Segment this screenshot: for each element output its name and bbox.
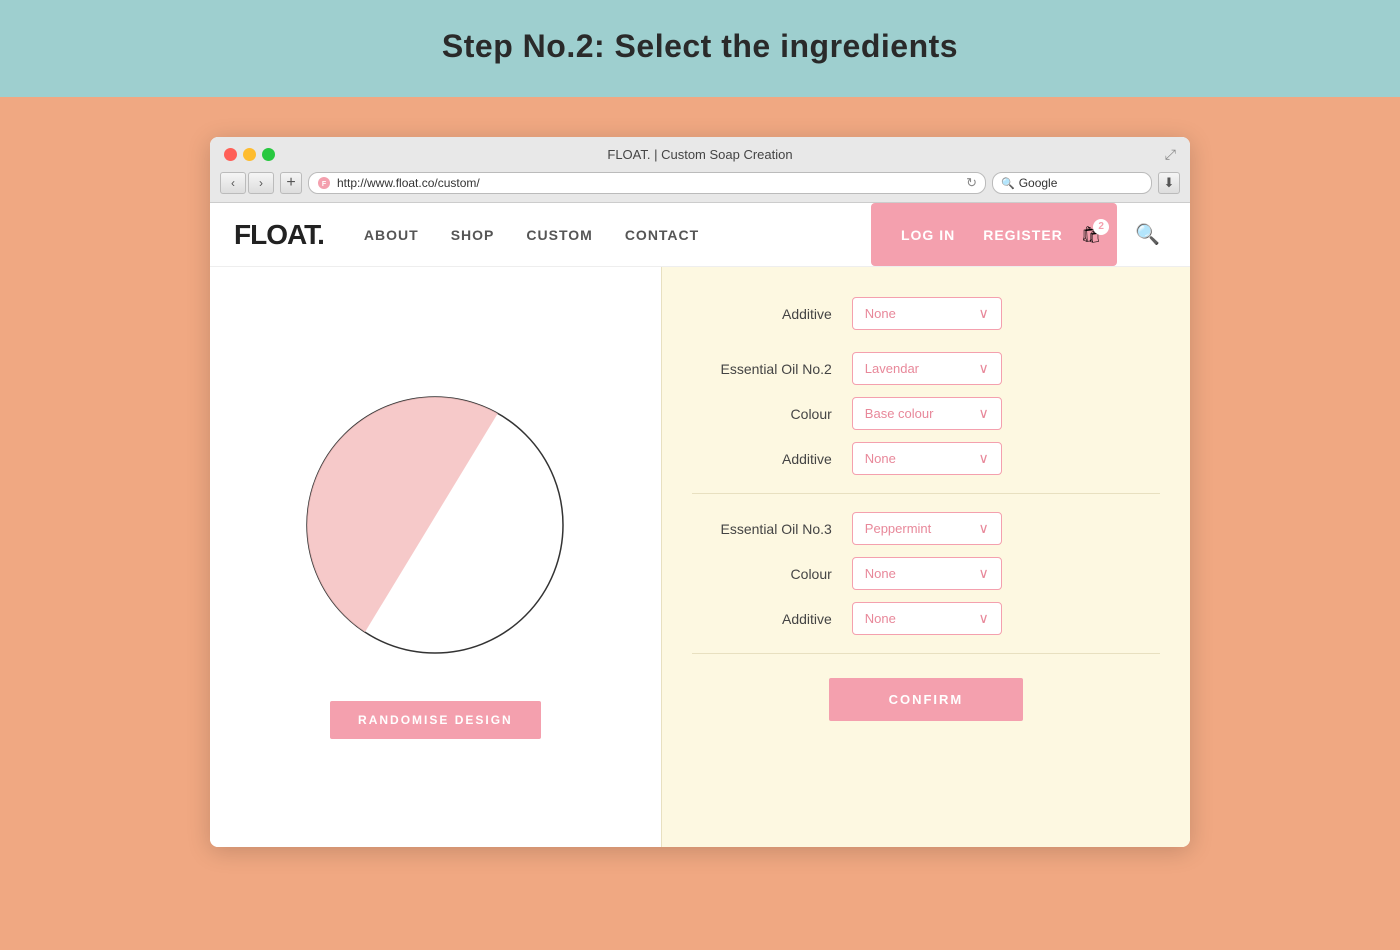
colour2-value: Base colour <box>865 406 934 421</box>
top-partial-group: Additive None ∨ <box>692 287 1160 330</box>
oil2-value: Lavendar <box>865 361 919 376</box>
oil3-select[interactable]: Peppermint ∨ <box>852 512 1002 545</box>
browser-chrome: FLOAT. | Custom Soap Creation ⤢ ‹ › + F … <box>210 137 1190 203</box>
browser-nav-buttons: ‹ › <box>220 172 274 194</box>
oil3-label: Essential Oil No.3 <box>692 521 852 537</box>
ingredient-row-oil2: Essential Oil No.2 Lavendar ∨ <box>692 352 1160 385</box>
favicon: F <box>317 176 331 190</box>
chevron-down-icon: ∨ <box>979 610 989 627</box>
chevron-down-icon: ∨ <box>979 520 989 537</box>
url-text: http://www.float.co/custom/ <box>337 176 480 190</box>
chevron-down-icon: ∨ <box>979 450 989 467</box>
nav-about[interactable]: ABOUT <box>364 227 419 243</box>
ingredient-row-additive2: Additive None ∨ <box>692 442 1160 475</box>
chevron-down-icon: ∨ <box>979 305 989 322</box>
chevron-down-icon: ∨ <box>979 405 989 422</box>
browser-search-bar[interactable]: 🔍 Google <box>992 172 1152 194</box>
confirm-area: CONFIRM <box>692 654 1160 741</box>
nav-register[interactable]: REGISTER <box>969 227 1077 243</box>
colour3-select[interactable]: None ∨ <box>852 557 1002 590</box>
nav-contact[interactable]: CONTACT <box>625 227 699 243</box>
soap-preview <box>295 385 575 665</box>
svg-text:F: F <box>322 181 327 188</box>
ingredient-row-colour3: Colour None ∨ <box>692 557 1160 590</box>
left-panel: RANDOMISE DESIGN <box>210 267 661 847</box>
search-icon: 🔍 <box>1001 177 1015 190</box>
expand-icon[interactable]: ⤢ <box>1165 146 1176 163</box>
browser-address-bar: ‹ › + F http://www.float.co/custom/ ↻ 🔍 … <box>210 168 1190 202</box>
browser-dots <box>224 148 275 161</box>
browser-title-bar: FLOAT. | Custom Soap Creation ⤢ <box>210 137 1190 168</box>
browser-window: FLOAT. | Custom Soap Creation ⤢ ‹ › + F … <box>210 137 1190 847</box>
right-panel: Additive None ∨ Essential Oil No.2 Laven… <box>661 267 1190 847</box>
new-tab-button[interactable]: + <box>280 172 302 194</box>
instruction-area: Step No.2: Select the ingredients <box>0 0 1400 97</box>
chevron-down-icon: ∨ <box>979 565 989 582</box>
oil2-select[interactable]: Lavendar ∨ <box>852 352 1002 385</box>
ingredient-row-colour2: Colour Base colour ∨ <box>692 397 1160 430</box>
site-nav: FLOAT. ABOUT SHOP CUSTOM CONTACT LOG IN … <box>210 203 1190 267</box>
additive2-value: None <box>865 451 896 466</box>
browser-tab-title: FLOAT. | Custom Soap Creation <box>607 147 792 162</box>
nav-links: ABOUT SHOP CUSTOM CONTACT <box>364 227 871 243</box>
confirm-button[interactable]: CONFIRM <box>829 678 1024 721</box>
url-bar[interactable]: F http://www.float.co/custom/ ↻ <box>308 172 986 194</box>
oil2-label: Essential Oil No.2 <box>692 361 852 377</box>
randomise-button[interactable]: RANDOMISE DESIGN <box>330 701 541 739</box>
instruction-title: Step No.2: Select the ingredients <box>0 28 1400 65</box>
nav-shop[interactable]: SHOP <box>451 227 495 243</box>
site-logo[interactable]: FLOAT. <box>234 219 324 251</box>
additive3-label: Additive <box>692 611 852 627</box>
additive2-select[interactable]: None ∨ <box>852 442 1002 475</box>
nav-actions: LOG IN REGISTER 🛍 2 <box>871 203 1117 266</box>
additive-select-top[interactable]: None ∨ <box>852 297 1002 330</box>
colour3-label: Colour <box>692 566 852 582</box>
additive2-label: Additive <box>692 451 852 467</box>
colour3-value: None <box>865 566 896 581</box>
minimize-dot[interactable] <box>243 148 256 161</box>
ingredient-row-additive3: Additive None ∨ <box>692 602 1160 635</box>
cart-badge: 2 <box>1093 219 1109 235</box>
additive3-select[interactable]: None ∨ <box>852 602 1002 635</box>
close-dot[interactable] <box>224 148 237 161</box>
additive-value-top: None <box>865 306 896 321</box>
nav-login[interactable]: LOG IN <box>887 227 969 243</box>
chevron-down-icon: ∨ <box>979 360 989 377</box>
additive-label-top: Additive <box>692 306 852 322</box>
refresh-icon[interactable]: ↻ <box>966 175 977 191</box>
forward-button[interactable]: › <box>248 172 274 194</box>
nav-search-icon[interactable]: 🔍 <box>1129 220 1166 249</box>
ingredient-row: Additive None ∨ <box>692 297 1160 330</box>
oil3-value: Peppermint <box>865 521 931 536</box>
download-button[interactable]: ⬇ <box>1158 172 1180 194</box>
colour2-select[interactable]: Base colour ∨ <box>852 397 1002 430</box>
additive3-value: None <box>865 611 896 626</box>
nav-custom[interactable]: CUSTOM <box>526 227 592 243</box>
main-content: RANDOMISE DESIGN Additive None ∨ Essenti… <box>210 267 1190 847</box>
ingredient-group-oil3: Essential Oil No.3 Peppermint ∨ Colour N… <box>692 494 1160 654</box>
nav-cart-icon[interactable]: 🛍 2 <box>1081 225 1101 245</box>
ingredient-row-oil3: Essential Oil No.3 Peppermint ∨ <box>692 512 1160 545</box>
search-text: Google <box>1019 176 1058 190</box>
colour2-label: Colour <box>692 406 852 422</box>
maximize-dot[interactable] <box>262 148 275 161</box>
back-button[interactable]: ‹ <box>220 172 246 194</box>
ingredient-group-oil2: Essential Oil No.2 Lavendar ∨ Colour Bas… <box>692 334 1160 494</box>
